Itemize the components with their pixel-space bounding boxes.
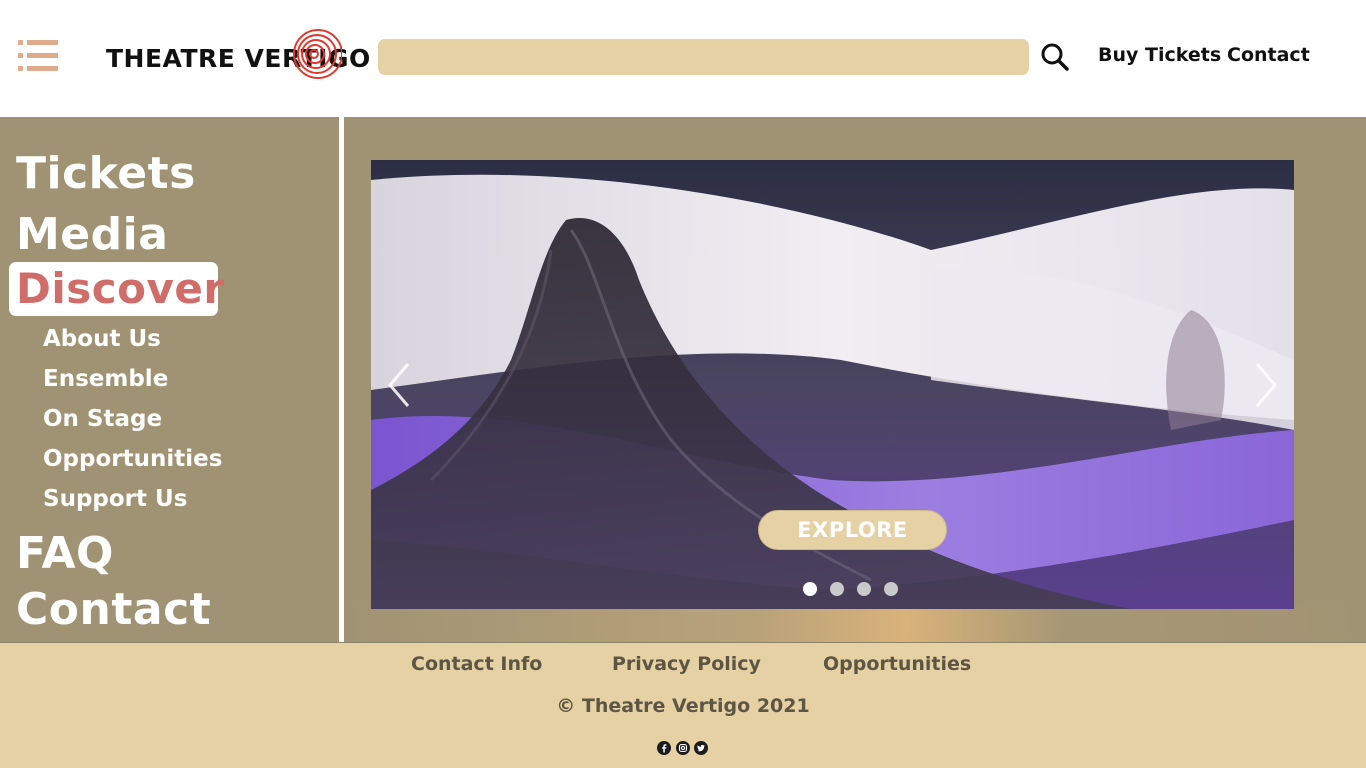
submenu-item-support-us[interactable]: Support Us [43, 486, 187, 512]
submenu-item-about-us[interactable]: About Us [43, 326, 161, 352]
carousel-dot-2[interactable] [830, 582, 844, 596]
footer-opportunities-link[interactable]: Opportunities [823, 653, 971, 675]
menu-icon[interactable] [18, 40, 58, 72]
site-header: THEATRE VERTIGO Buy Tickets Contact [0, 0, 1366, 117]
menu-item-contact[interactable]: Contact [16, 584, 211, 635]
carousel-dot-3[interactable] [857, 582, 871, 596]
copyright-text: © Theatre Vertigo 2021 [556, 695, 810, 717]
carousel-indicators [803, 582, 903, 596]
footer-privacy-policy-link[interactable]: Privacy Policy [612, 653, 761, 675]
menu-item-faq[interactable]: FAQ [16, 528, 114, 579]
menu-item-media[interactable]: Media [16, 209, 168, 260]
site-logo[interactable]: THEATRE VERTIGO [104, 28, 370, 80]
carousel-dot-1[interactable] [803, 582, 817, 596]
buy-tickets-link[interactable]: Buy Tickets [1098, 44, 1221, 66]
twitter-icon[interactable] [694, 741, 708, 755]
menu-item-discover[interactable]: Discover [9, 262, 224, 316]
carousel-dot-4[interactable] [884, 582, 898, 596]
menu-item-tickets[interactable]: Tickets [16, 148, 196, 199]
menu-item-discover-label: Discover [16, 264, 225, 313]
logo-swirl-icon [293, 29, 342, 79]
facebook-icon[interactable] [657, 741, 671, 755]
background-image [344, 607, 1366, 643]
submenu-item-opportunities[interactable]: Opportunities [43, 446, 222, 472]
search-input[interactable] [378, 39, 1029, 75]
search-icon[interactable] [1040, 42, 1070, 72]
contact-link[interactable]: Contact [1227, 44, 1310, 66]
footer-contact-info-link[interactable]: Contact Info [411, 653, 542, 675]
submenu-item-ensemble[interactable]: Ensemble [43, 366, 168, 392]
site-footer: Contact Info Privacy Policy Opportunitie… [0, 642, 1366, 768]
carousel-prev-icon[interactable] [384, 360, 414, 410]
instagram-icon[interactable] [676, 741, 690, 755]
explore-button[interactable]: EXPLORE [758, 510, 947, 550]
submenu-item-on-stage[interactable]: On Stage [43, 406, 162, 432]
carousel-next-icon[interactable] [1251, 360, 1281, 410]
